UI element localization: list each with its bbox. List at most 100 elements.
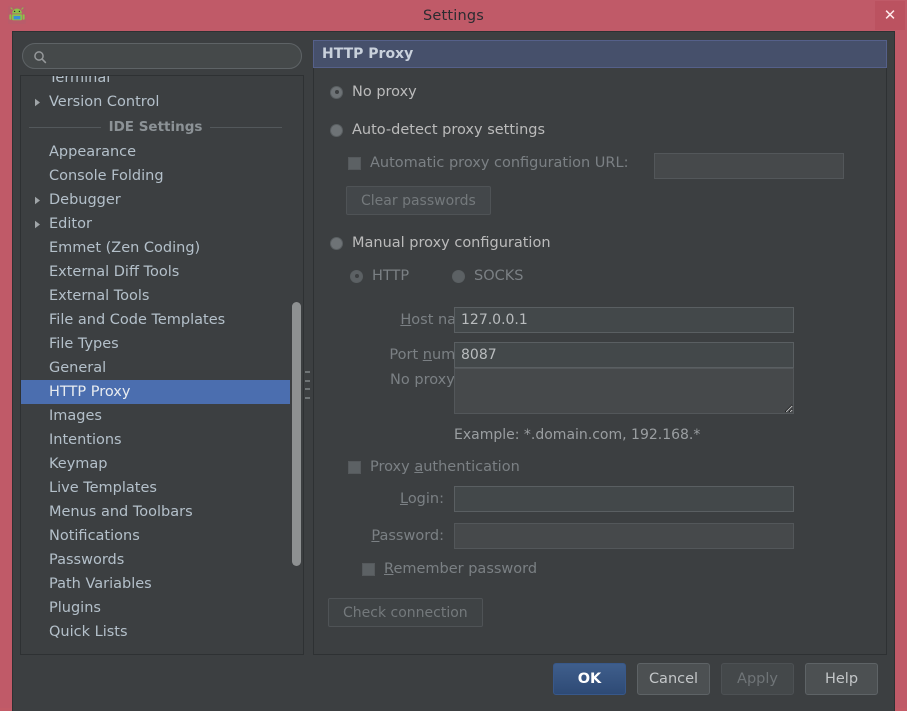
page-title: HTTP Proxy — [313, 40, 887, 68]
manual-proxy-radio-row[interactable]: Manual proxy configuration — [330, 235, 551, 251]
no-proxy-radio-row[interactable]: No proxy — [330, 84, 417, 100]
sidebar-item-debugger[interactable]: Debugger — [21, 188, 290, 212]
auto-config-url-row[interactable]: Automatic proxy configuration URL: — [348, 155, 628, 171]
apply-button[interactable]: Apply — [721, 663, 794, 695]
search-input[interactable] — [47, 49, 291, 64]
sidebar-item-label: File and Code Templates — [45, 312, 225, 328]
auto-detect-radio-row[interactable]: Auto-detect proxy settings — [330, 122, 545, 138]
clear-passwords-button[interactable]: Clear passwords — [346, 186, 491, 215]
host-name-input[interactable] — [454, 307, 794, 333]
sidebar-item-appearance[interactable]: Appearance — [21, 140, 290, 164]
proxy-auth-label: Proxy authentication — [370, 459, 520, 475]
proxy-auth-row[interactable]: Proxy authentication — [348, 459, 520, 475]
sidebar-item-label: HTTP Proxy — [45, 384, 130, 400]
http-radio-row[interactable]: HTTP — [350, 268, 409, 284]
password-input[interactable] — [454, 523, 794, 549]
sidebar-item-label: Editor — [45, 216, 92, 232]
sidebar-item-label: Notifications — [45, 528, 140, 544]
login-input[interactable] — [454, 486, 794, 512]
sidebar-item-external-diff-tools[interactable]: External Diff Tools — [21, 260, 290, 284]
sidebar-item-label: External Diff Tools — [45, 264, 179, 280]
manual-proxy-label: Manual proxy configuration — [352, 235, 551, 251]
tree-scrollbar[interactable] — [290, 76, 303, 654]
sidebar-item-file-and-code-templates[interactable]: File and Code Templates — [21, 308, 290, 332]
sidebar-item-http-proxy[interactable]: HTTP Proxy — [21, 380, 290, 404]
proxy-auth-checkbox[interactable] — [348, 461, 361, 474]
sidebar-group-separator: IDE Settings — [21, 114, 290, 140]
remember-password-row[interactable]: Remember password — [362, 561, 537, 577]
splitter-handle[interactable] — [304, 371, 311, 399]
sidebar-item-notifications[interactable]: Notifications — [21, 524, 290, 548]
sidebar-item-label: Appearance — [45, 144, 136, 160]
window-title: Settings — [0, 8, 907, 24]
sidebar-item-menus-and-toolbars[interactable]: Menus and Toolbars — [21, 500, 290, 524]
chevron-right-icon[interactable] — [29, 220, 45, 229]
manual-proxy-radio[interactable] — [330, 237, 343, 250]
dialog-client-area: Terminal Version Control IDE Settings Appea… — [12, 31, 895, 711]
sidebar-item-path-variables[interactable]: Path Variables — [21, 572, 290, 596]
settings-dialog-window: Settings ✕ TerminalVersi — [0, 0, 907, 708]
http-radio-label: HTTP — [372, 268, 409, 284]
http-proxy-form: No proxy Auto-detect proxy settings Auto… — [313, 68, 887, 655]
sidebar-item-label: External Tools — [45, 288, 150, 304]
sidebar-item-label: Plugins — [45, 600, 101, 616]
separator-line-left — [29, 127, 101, 128]
chevron-right-icon[interactable] — [29, 196, 45, 205]
remember-password-label: Remember password — [384, 561, 537, 577]
sidebar-item-label: Version Control — [45, 94, 159, 110]
tree-scrollbar-thumb[interactable] — [292, 302, 301, 566]
no-proxy-for-textarea[interactable] — [454, 368, 794, 414]
cancel-button[interactable]: Cancel — [637, 663, 710, 695]
example-hint: Example: *.domain.com, 192.168.* — [454, 427, 700, 443]
sidebar-item-label: Debugger — [45, 192, 121, 208]
sidebar-item-terminal[interactable]: Terminal — [21, 76, 290, 90]
sidebar-item-console-folding[interactable]: Console Folding — [21, 164, 290, 188]
sidebar-item-label: Console Folding — [45, 168, 164, 184]
sidebar-item-emmet-zen-coding[interactable]: Emmet (Zen Coding) — [21, 236, 290, 260]
sidebar-item-label: Terminal — [45, 76, 110, 86]
sidebar-item-label: Quick Lists — [45, 624, 128, 640]
sidebar-item-label: Emmet (Zen Coding) — [45, 240, 200, 256]
search-box[interactable] — [22, 43, 302, 69]
remember-password-checkbox[interactable] — [362, 563, 375, 576]
sidebar-item-file-types[interactable]: File Types — [21, 332, 290, 356]
socks-radio-row[interactable]: SOCKS — [452, 268, 523, 284]
sidebar-item-images[interactable]: Images — [21, 404, 290, 428]
check-connection-button[interactable]: Check connection — [328, 598, 483, 627]
sidebar-item-label: Path Variables — [45, 576, 152, 592]
settings-sidebar: Terminal Version Control IDE Settings Appea… — [20, 40, 304, 655]
sidebar-item-version-control[interactable]: Version Control — [21, 90, 290, 114]
separator-line-right — [210, 127, 282, 128]
login-label: Login: — [314, 491, 444, 507]
password-label: Password: — [314, 528, 444, 544]
auto-config-url-label: Automatic proxy configuration URL: — [370, 155, 628, 171]
sidebar-item-editor[interactable]: Editor — [21, 212, 290, 236]
auto-config-url-checkbox[interactable] — [348, 157, 361, 170]
no-proxy-radio[interactable] — [330, 86, 343, 99]
settings-tree-viewport: Terminal Version Control IDE Settings Appea… — [21, 76, 290, 654]
dialog-button-bar: OK Cancel Apply Help — [13, 655, 894, 711]
android-studio-icon — [6, 4, 28, 26]
sidebar-item-general[interactable]: General — [21, 356, 290, 380]
http-radio[interactable] — [350, 270, 363, 283]
ok-button[interactable]: OK — [553, 663, 626, 695]
title-bar: Settings ✕ — [0, 0, 907, 31]
close-icon[interactable]: ✕ — [875, 1, 905, 30]
sidebar-item-label: Live Templates — [45, 480, 157, 496]
sidebar-item-intentions[interactable]: Intentions — [21, 428, 290, 452]
settings-detail-pane: HTTP Proxy No proxy Auto-detect proxy se… — [313, 40, 887, 655]
socks-radio-label: SOCKS — [474, 268, 523, 284]
chevron-right-icon[interactable] — [29, 98, 45, 107]
auto-detect-label: Auto-detect proxy settings — [352, 122, 545, 138]
sidebar-item-keymap[interactable]: Keymap — [21, 452, 290, 476]
sidebar-item-plugins[interactable]: Plugins — [21, 596, 290, 620]
sidebar-item-passwords[interactable]: Passwords — [21, 548, 290, 572]
auto-detect-radio[interactable] — [330, 124, 343, 137]
sidebar-item-external-tools[interactable]: External Tools — [21, 284, 290, 308]
help-button[interactable]: Help — [805, 663, 878, 695]
port-number-input[interactable] — [454, 342, 794, 368]
sidebar-item-live-templates[interactable]: Live Templates — [21, 476, 290, 500]
sidebar-item-quick-lists[interactable]: Quick Lists — [21, 620, 290, 644]
auto-config-url-input[interactable] — [654, 153, 844, 179]
socks-radio[interactable] — [452, 270, 465, 283]
